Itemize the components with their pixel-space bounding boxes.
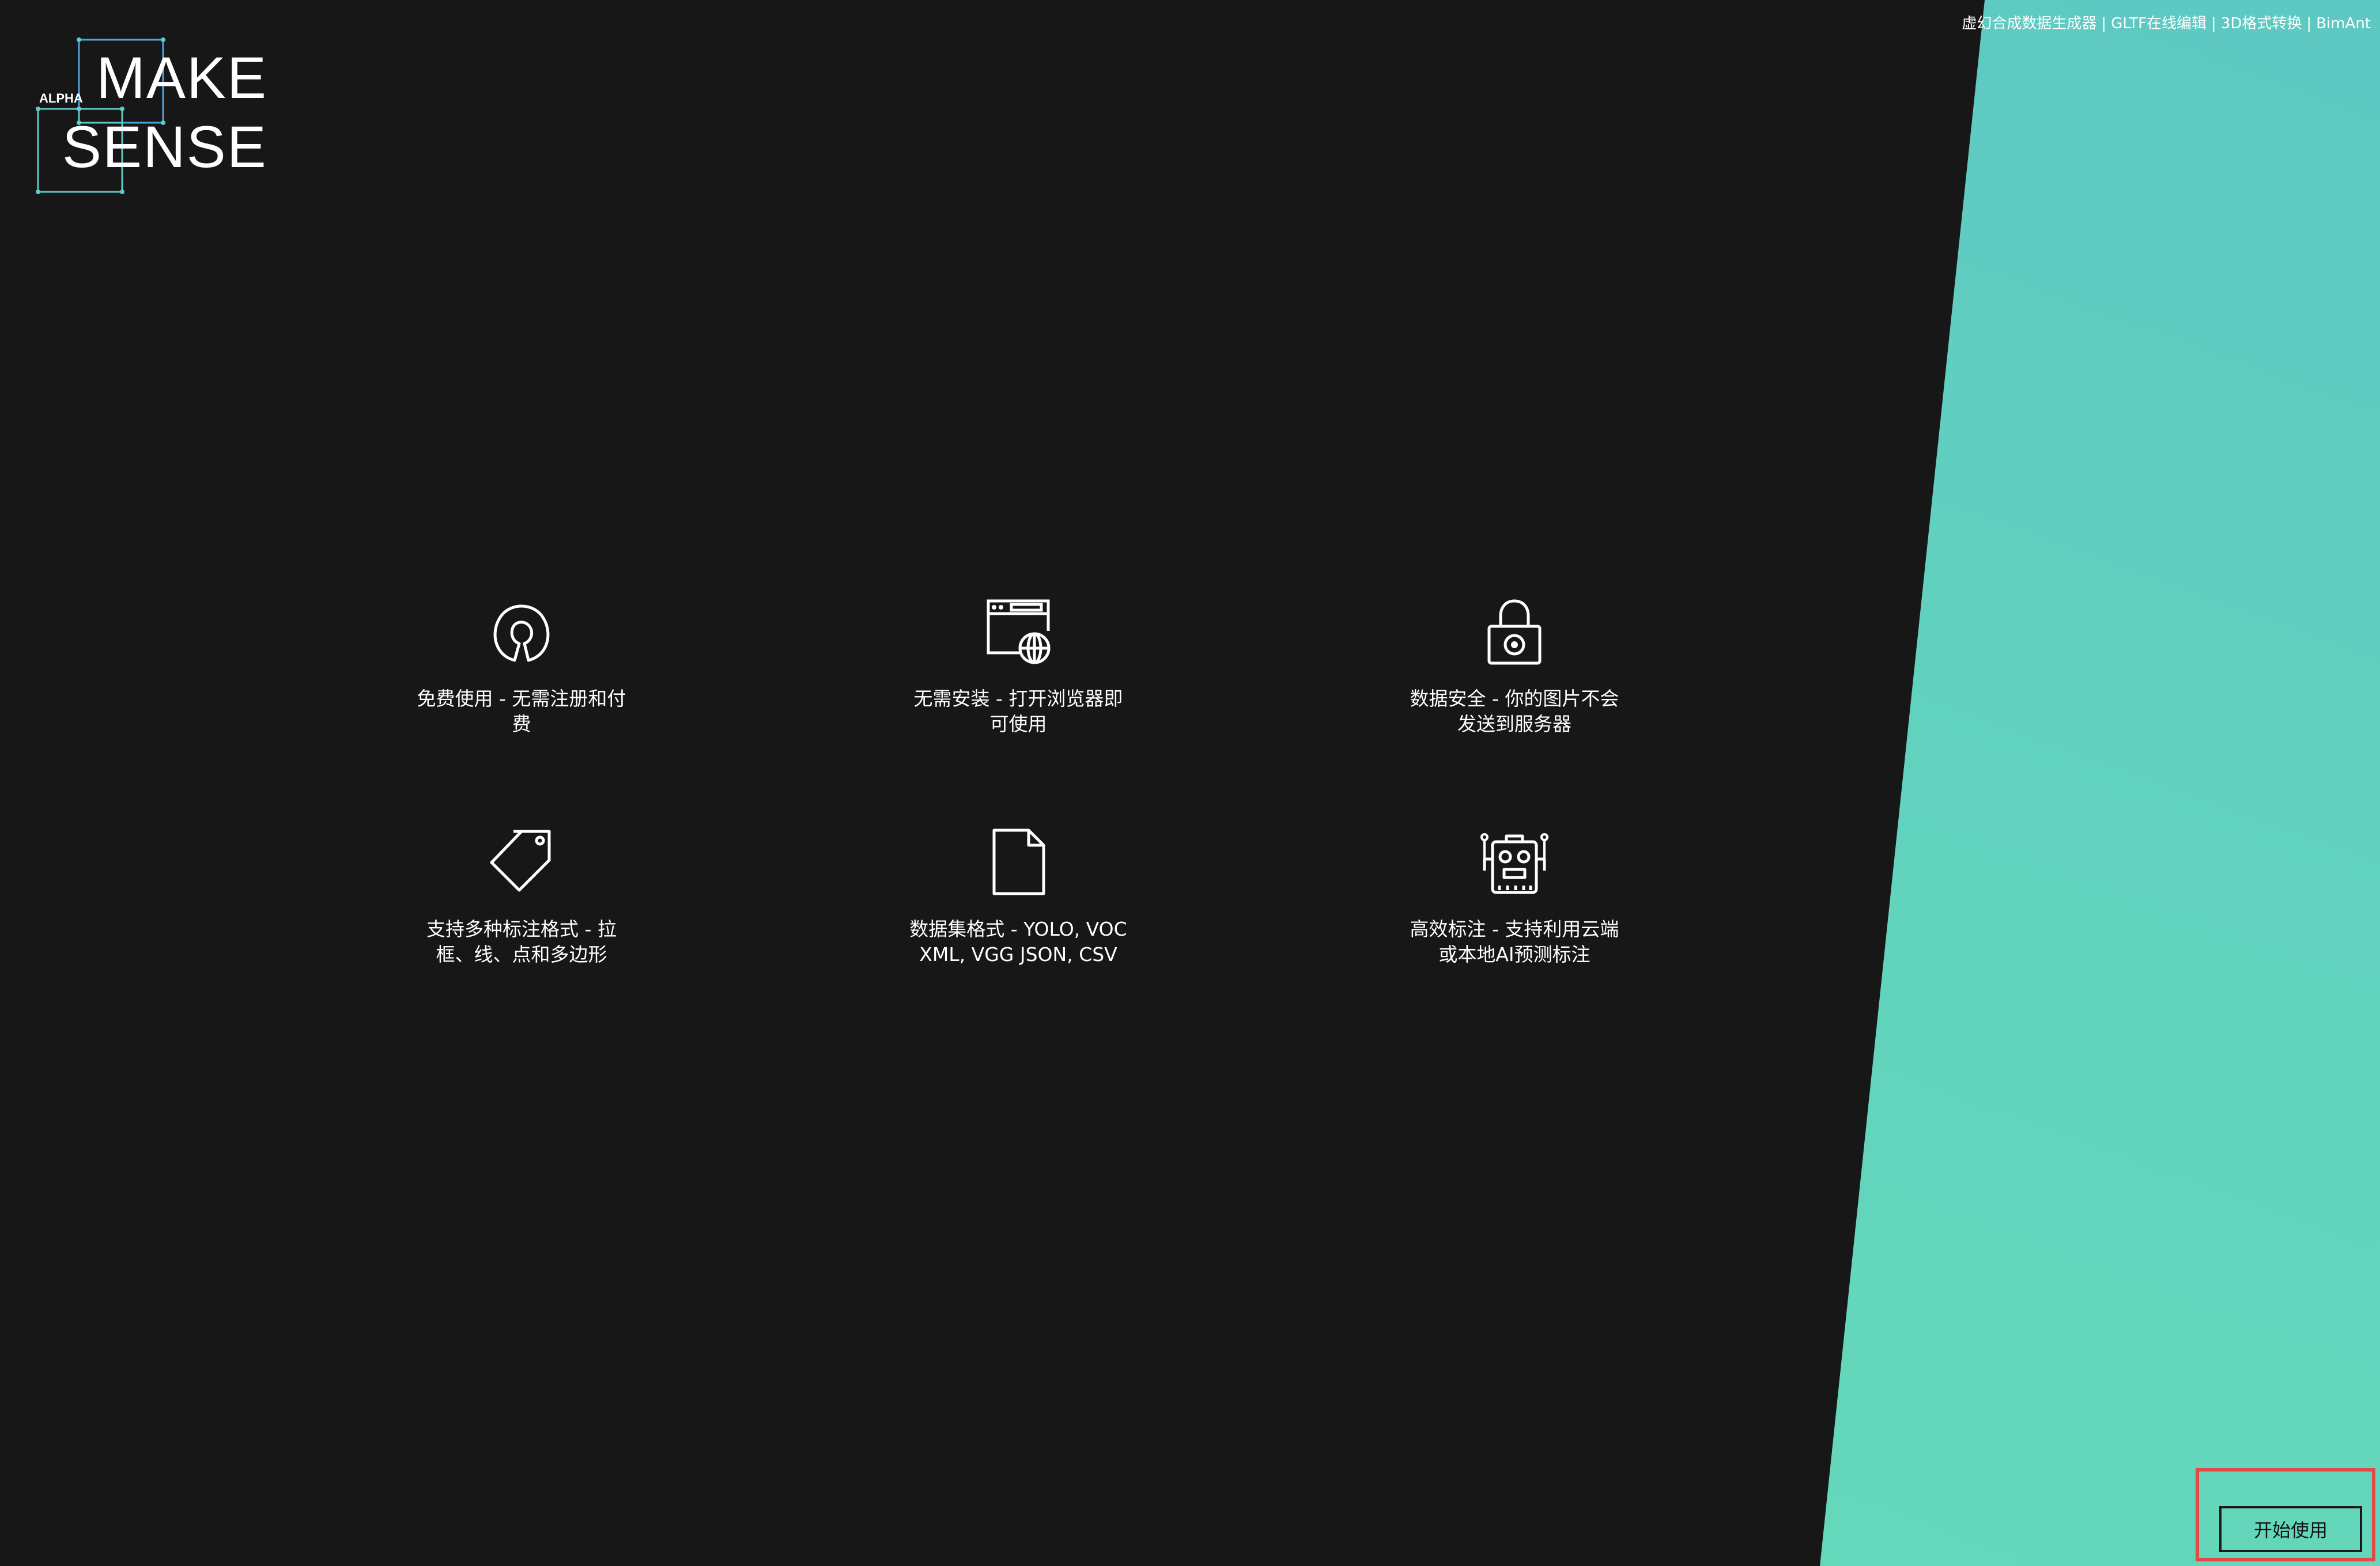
top-links-bar: 虚幻合成数据生成器 | GLTF在线编辑 | 3D格式转换 | BimAnt [1962, 12, 2371, 33]
link-unreal-synthetic-data[interactable]: 虚幻合成数据生成器 [1962, 15, 2096, 32]
link-3d-format-convert[interactable]: 3D格式转换 [2221, 15, 2302, 32]
feature-no-install: 无需安装 - 打开浏览器即可使用 [909, 596, 1128, 737]
feature-text: 高效标注 - 支持利用云端或本地AI预测标注 [1410, 918, 1619, 966]
features-grid: 免费使用 - 无需注册和付费 无需安装 - 打开浏览器即可使用 数据安全 - 你… [0, 596, 2380, 1057]
feature-text: 支持多种标注格式 - 拉框、线、点和多边形 [426, 918, 617, 966]
feature-text: 数据安全 - 你的图片不会发送到服务器 [1410, 687, 1619, 735]
logo-sense-text: SENSE [62, 114, 267, 180]
link-bimant[interactable]: BimAnt [2316, 15, 2371, 32]
link-gltf-editor[interactable]: GLTF在线编辑 [2111, 15, 2207, 32]
robot-icon [1480, 833, 1548, 894]
logo-alpha-label: ALPHA [39, 91, 83, 105]
feature-ai-annotation: 高效标注 - 支持利用云端或本地AI预测标注 [1405, 827, 1624, 967]
feature-text: 无需安装 - 打开浏览器即可使用 [913, 687, 1123, 735]
feature-text: 数据集格式 - YOLO, VOC XML, VGG JSON, CSV [909, 918, 1127, 966]
feature-dataset-formats: 数据集格式 - YOLO, VOC XML, VGG JSON, CSV [909, 827, 1128, 967]
feature-text: 免费使用 - 无需注册和付费 [417, 687, 626, 735]
link-separator: | [2306, 15, 2312, 32]
logo-make-text: MAKE [96, 45, 268, 111]
link-separator: | [2101, 15, 2107, 32]
landing-page: 虚幻合成数据生成器 | GLTF在线编辑 | 3D格式转换 | BimAnt ALPHA [0, 0, 2380, 1566]
lock-icon [1487, 599, 1542, 665]
feature-annotation-formats: 支持多种标注格式 - 拉框、线、点和多边形 [412, 827, 631, 967]
browser-globe-icon [987, 599, 1051, 664]
tag-icon [490, 830, 551, 892]
open-source-icon [493, 604, 550, 662]
feature-free: 免费使用 - 无需注册和付费 [412, 596, 631, 737]
link-separator: | [2211, 15, 2216, 32]
file-icon [992, 829, 1045, 895]
start-button[interactable]: 开始使用 [2219, 1506, 2362, 1552]
feature-data-security: 数据安全 - 你的图片不会发送到服务器 [1405, 596, 1624, 737]
make-sense-logo: ALPHA MAKE SENSE [36, 37, 266, 198]
